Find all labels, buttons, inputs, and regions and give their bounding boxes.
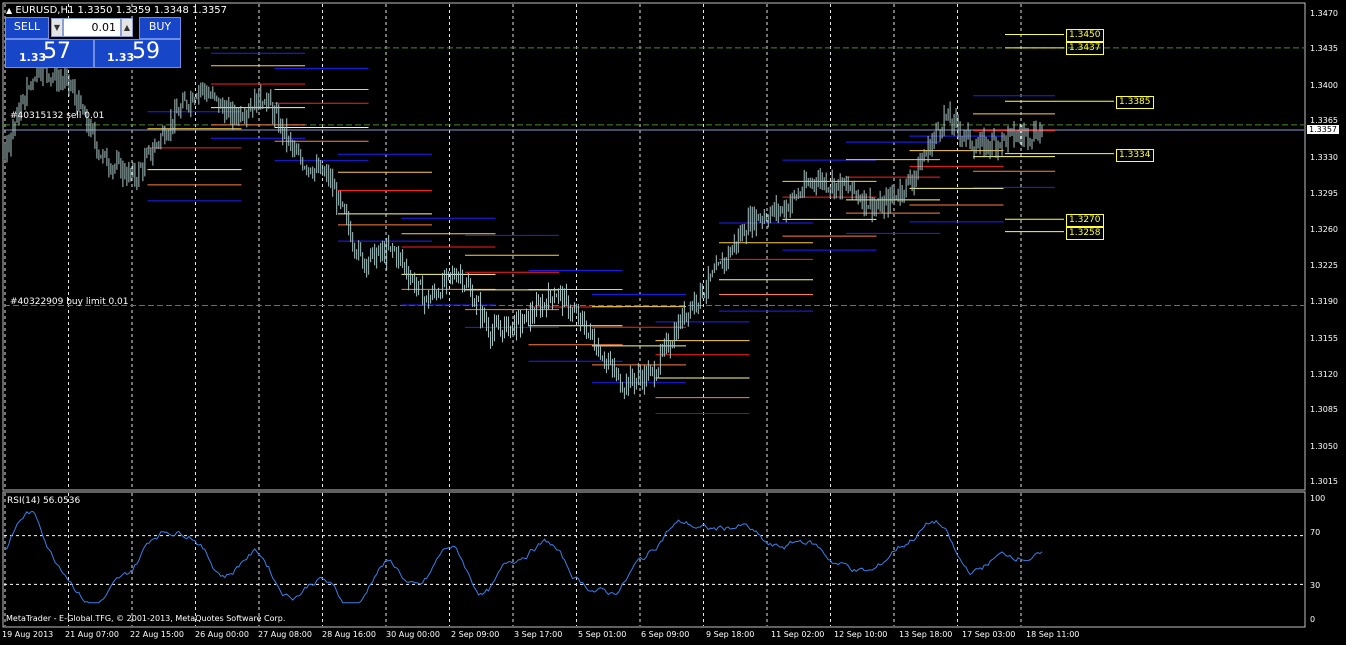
- rsi-tick: 0: [1310, 615, 1316, 624]
- buy-price-box[interactable]: 1.33 59: [94, 39, 181, 68]
- price-axis[interactable]: 1.3470 1.3435 1.3400 1.3365 1.3330 1.329…: [1306, 0, 1346, 490]
- time-tick: 30 Aug 00:00: [386, 630, 440, 639]
- triangle-icon: ▲: [6, 6, 13, 15]
- lot-increase-button[interactable]: ▲: [121, 18, 133, 37]
- time-tick: 22 Aug 15:00: [130, 630, 184, 639]
- price-tick: 1.3155: [1310, 334, 1338, 343]
- level-label[interactable]: 1.3450: [1066, 29, 1104, 42]
- time-tick: 3 Sep 17:00: [514, 630, 563, 639]
- price-tick: 1.3330: [1310, 153, 1338, 162]
- symbol-header-text: EURUSD,H1 1.3350 1.3359 1.3348 1.3357: [15, 5, 228, 16]
- rsi-label: RSI(14) 56.0536: [7, 496, 81, 506]
- level-label[interactable]: 1.3437: [1066, 42, 1104, 55]
- rsi-tick: 70: [1310, 528, 1321, 537]
- time-tick: 26 Aug 00:00: [195, 630, 249, 639]
- order-label-sell[interactable]: #40315132 sell 0.01: [10, 111, 104, 121]
- price-tick: 1.3365: [1310, 116, 1338, 125]
- price-tick: 1.3120: [1310, 370, 1338, 379]
- one-click-trading-panel: SELL ▼ 0.01 ▲ BUY 1.33 57 1.33 59: [5, 17, 181, 68]
- sell-price-box[interactable]: 1.33 57: [5, 39, 94, 68]
- time-tick: 13 Sep 18:00: [899, 630, 953, 639]
- time-tick: 6 Sep 09:00: [641, 630, 690, 639]
- rsi-tick: 100: [1310, 494, 1326, 503]
- level-label[interactable]: 1.3270: [1066, 214, 1104, 227]
- price-tick: 1.3085: [1310, 405, 1338, 414]
- lot-decrease-button[interactable]: ▼: [51, 18, 63, 37]
- time-tick: 5 Sep 01:00: [578, 630, 627, 639]
- price-tick: 1.3015: [1310, 477, 1338, 486]
- level-label[interactable]: 1.3385: [1116, 96, 1154, 109]
- buy-price-big: 59: [132, 39, 160, 64]
- time-tick: 11 Sep 02:00: [771, 630, 825, 639]
- copyright-text: MetaTrader - E-Global.TFG, © 2001-2013, …: [6, 614, 286, 623]
- time-tick: 2 Sep 09:00: [451, 630, 500, 639]
- time-tick: 21 Aug 07:00: [65, 630, 119, 639]
- lot-size-input[interactable]: 0.01: [63, 18, 121, 37]
- sell-label: SELL: [13, 20, 41, 33]
- time-tick: 19 Aug 2013: [2, 630, 54, 639]
- buy-label: BUY: [148, 20, 172, 33]
- level-label[interactable]: 1.3258: [1066, 227, 1104, 240]
- time-tick: 12 Sep 10:00: [834, 630, 888, 639]
- rsi-frame: [2, 491, 1306, 628]
- price-tick: 1.3050: [1310, 442, 1338, 451]
- rsi-line: [4, 510, 1043, 604]
- buy-button[interactable]: BUY: [139, 17, 181, 39]
- rsi-tick: 30: [1310, 581, 1321, 590]
- price-tick: 1.3400: [1310, 81, 1338, 90]
- price-tick: 1.3295: [1310, 189, 1338, 198]
- price-tick: 1.3190: [1310, 297, 1338, 306]
- price-tick: 1.3260: [1310, 225, 1338, 234]
- buy-price-small: 1.33: [107, 51, 135, 64]
- time-tick: 9 Sep 18:00: [706, 630, 755, 639]
- current-price-marker: 1.3357: [1307, 125, 1339, 134]
- time-axis[interactable]: 19 Aug 2013 21 Aug 07:00 22 Aug 15:00 26…: [0, 628, 1306, 645]
- time-tick: 27 Aug 08:00: [258, 630, 312, 639]
- symbol-header: ▲ EURUSD,H1 1.3350 1.3359 1.3348 1.3357: [6, 5, 227, 16]
- main-chart-frame: [2, 2, 1306, 491]
- order-label-buy-limit[interactable]: #40322909 buy limit 0.01: [10, 297, 129, 307]
- sell-price-big: 57: [43, 39, 71, 64]
- rsi-axis[interactable]: 100 70 30 0: [1306, 492, 1346, 627]
- price-tick: 1.3435: [1310, 44, 1338, 53]
- time-tick: 18 Sep 11:00: [1026, 630, 1080, 639]
- level-label[interactable]: 1.3334: [1116, 149, 1154, 162]
- time-tick: 28 Aug 16:00: [322, 630, 376, 639]
- price-tick: 1.3470: [1310, 9, 1338, 18]
- price-tick: 1.3225: [1310, 261, 1338, 270]
- time-tick: 17 Sep 03:00: [962, 630, 1016, 639]
- sell-button[interactable]: SELL: [5, 17, 49, 39]
